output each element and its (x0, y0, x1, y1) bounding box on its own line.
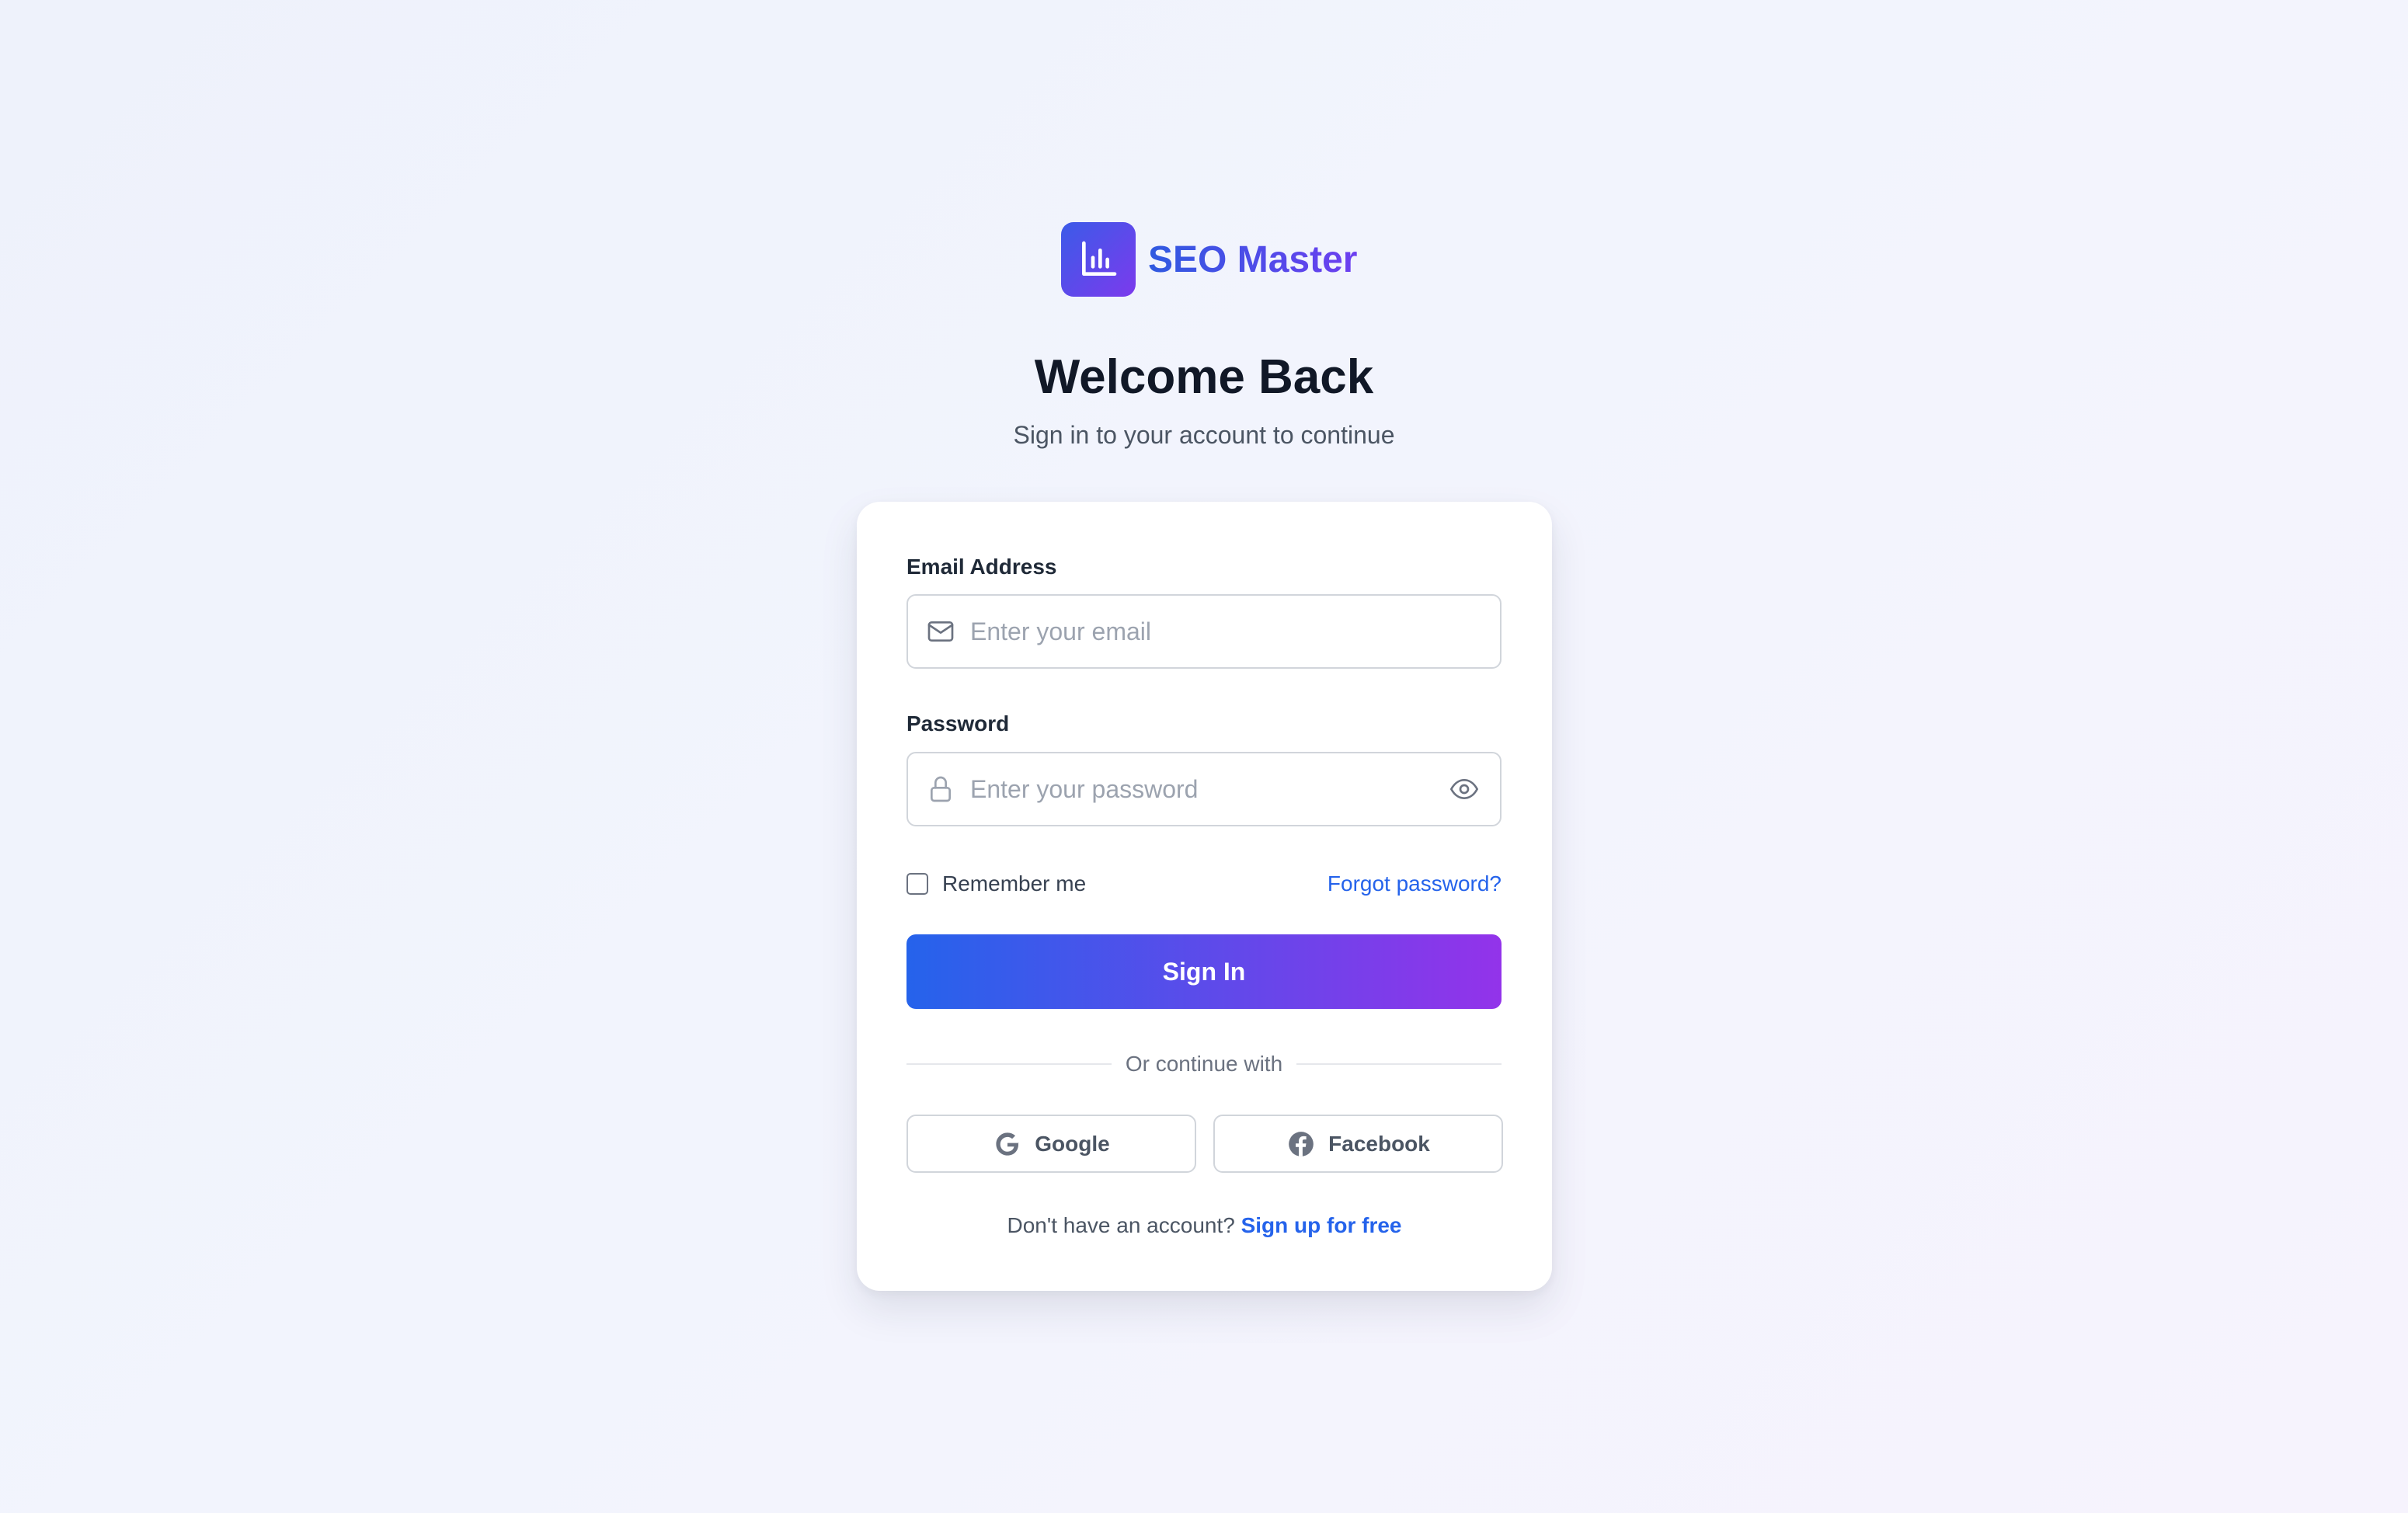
login-page: SEO Master Welcome Back Sign in to your … (0, 0, 2408, 1513)
facebook-button[interactable]: Facebook (1213, 1115, 1503, 1173)
remember-me-label: Remember me (942, 871, 1087, 896)
facebook-label: Facebook (1328, 1131, 1430, 1156)
brand: SEO Master (1061, 222, 1357, 297)
password-label: Password (906, 711, 1010, 736)
remember-me-checkbox[interactable] (906, 873, 928, 895)
lock-icon (925, 774, 956, 805)
email-input[interactable] (970, 608, 1500, 655)
divider: Or continue with (906, 1050, 1502, 1078)
mail-icon (925, 616, 956, 647)
signup-prompt: Don't have an account? (1007, 1213, 1241, 1237)
google-label: Google (1035, 1131, 1110, 1156)
eye-icon[interactable] (1447, 772, 1481, 806)
brand-name: SEO Master (1148, 238, 1358, 280)
password-input[interactable] (970, 766, 1447, 812)
google-button[interactable]: Google (906, 1115, 1196, 1173)
page-subtitle: Sign in to your account to continue (1013, 421, 1395, 449)
email-field[interactable] (906, 594, 1502, 669)
bar-chart-icon (1061, 222, 1136, 297)
login-card: Email Address Password (857, 502, 1552, 1291)
page-title: Welcome Back (1034, 350, 1374, 404)
remember-row: Remember me Forgot password? (906, 868, 1502, 899)
sign-in-button[interactable]: Sign In (906, 934, 1502, 1009)
divider-line-left (906, 1063, 1112, 1065)
signup-link[interactable]: Sign up for free (1241, 1213, 1402, 1237)
facebook-icon (1286, 1129, 1316, 1159)
remember-me[interactable]: Remember me (906, 871, 1086, 896)
google-icon (993, 1129, 1022, 1159)
signup-row: Don't have an account? Sign up for free (857, 1212, 1552, 1240)
password-field[interactable] (906, 752, 1502, 826)
forgot-password-link[interactable]: Forgot password? (1328, 871, 1502, 896)
divider-text: Or continue with (1125, 1052, 1283, 1076)
email-label: Email Address (906, 555, 1057, 579)
divider-line-right (1296, 1063, 1502, 1065)
